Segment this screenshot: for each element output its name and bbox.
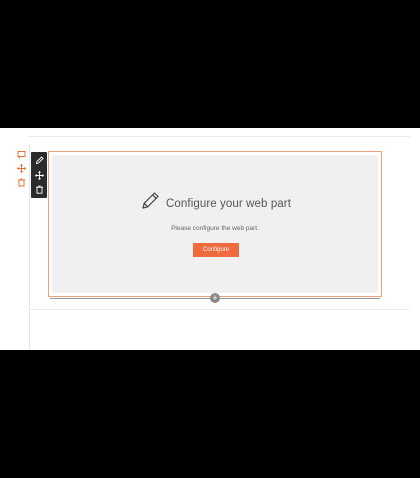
section-edit-icon[interactable] bbox=[17, 150, 26, 159]
section-toolbar bbox=[13, 144, 30, 350]
section-bottom-divider bbox=[28, 309, 410, 310]
pencil-icon bbox=[140, 191, 160, 216]
placeholder-title: Configure your web part bbox=[166, 197, 292, 210]
web-part-frame[interactable]: Configure your web part Please configure… bbox=[48, 151, 382, 297]
pencil-icon[interactable] bbox=[33, 154, 45, 166]
section-move-icon[interactable] bbox=[17, 164, 26, 173]
page-canvas: Configure your web part Please configure… bbox=[0, 128, 420, 350]
configure-button[interactable]: Configure bbox=[193, 243, 239, 257]
move-icon[interactable] bbox=[33, 169, 45, 181]
web-part-placeholder: Configure your web part Please configure… bbox=[52, 155, 378, 293]
placeholder-description: Please configure the web part. bbox=[171, 225, 259, 232]
add-web-part-button[interactable]: + bbox=[210, 293, 220, 303]
section-delete-icon[interactable] bbox=[17, 178, 26, 187]
section-top-divider bbox=[28, 136, 410, 137]
web-part-toolbar bbox=[31, 152, 47, 198]
placeholder-header: Configure your web part bbox=[140, 191, 291, 216]
delete-icon[interactable] bbox=[33, 183, 45, 195]
